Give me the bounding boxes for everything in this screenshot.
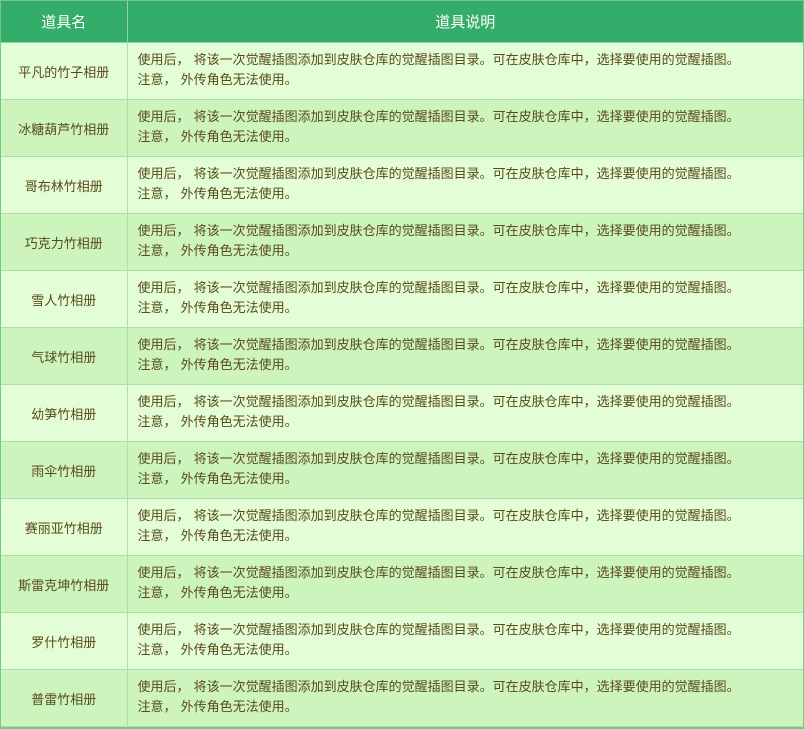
item-name-cell: 幼笋竹相册 [1, 384, 128, 442]
table-row: 斯雷克坤竹相册 使用后， 将该一次觉醒插图添加到皮肤仓库的觉醒插图目录。可在皮肤仓… [1, 555, 803, 613]
column-header-description: 道具说明 [127, 1, 803, 43]
item-name-cell: 雨伞竹相册 [1, 441, 128, 499]
description-line-1: 使用后， 将该一次觉醒插图添加到皮肤仓库的觉醒插图目录。可在皮肤仓库中，选择要使… [137, 452, 740, 467]
description-line-2: 注意， 外传角色无法使用。 [137, 700, 298, 715]
table-row: 普雷竹相册 使用后， 将该一次觉醒插图添加到皮肤仓库的觉醒插图目录。可在皮肤仓库中… [1, 669, 803, 727]
description-line-1: 使用后， 将该一次觉醒插图添加到皮肤仓库的觉醒插图目录。可在皮肤仓库中，选择要使… [137, 680, 740, 695]
table-header: 道具名 道具说明 [1, 1, 803, 43]
items-table-container: 道具名 道具说明 平凡的竹子相册 使用后， 将该一次觉醒插图添加到皮肤仓库的觉醒插… [0, 0, 804, 729]
item-name-cell: 气球竹相册 [1, 327, 128, 385]
table-row: 罗什竹相册 使用后， 将该一次觉醒插图添加到皮肤仓库的觉醒插图目录。可在皮肤仓库中… [1, 612, 803, 670]
description-line-1: 使用后， 将该一次觉醒插图添加到皮肤仓库的觉醒插图目录。可在皮肤仓库中，选择要使… [137, 338, 740, 353]
description-line-2: 注意， 外传角色无法使用。 [137, 472, 298, 487]
description-line-1: 使用后， 将该一次觉醒插图添加到皮肤仓库的觉醒插图目录。可在皮肤仓库中，选择要使… [137, 281, 740, 296]
item-description-cell: 使用后， 将该一次觉醒插图添加到皮肤仓库的觉醒插图目录。可在皮肤仓库中，选择要使… [127, 42, 803, 100]
description-line-2: 注意， 外传角色无法使用。 [137, 643, 298, 658]
item-description-cell: 使用后， 将该一次觉醒插图添加到皮肤仓库的觉醒插图目录。可在皮肤仓库中，选择要使… [127, 555, 803, 613]
table-row: 巧克力竹相册 使用后， 将该一次觉醒插图添加到皮肤仓库的觉醒插图目录。可在皮肤仓库… [1, 213, 803, 271]
item-name-cell: 雪人竹相册 [1, 270, 128, 328]
description-line-2: 注意， 外传角色无法使用。 [137, 187, 298, 202]
item-name-cell: 平凡的竹子相册 [1, 42, 128, 100]
description-line-1: 使用后， 将该一次觉醒插图添加到皮肤仓库的觉醒插图目录。可在皮肤仓库中，选择要使… [137, 509, 740, 524]
item-name-cell: 冰糖葫芦竹相册 [1, 99, 128, 157]
table-row: 赛丽亚竹相册 使用后， 将该一次觉醒插图添加到皮肤仓库的觉醒插图目录。可在皮肤仓库… [1, 498, 803, 556]
table-row: 平凡的竹子相册 使用后， 将该一次觉醒插图添加到皮肤仓库的觉醒插图目录。可在皮肤仓… [1, 42, 803, 100]
item-name-cell: 赛丽亚竹相册 [1, 498, 128, 556]
description-line-1: 使用后， 将该一次觉醒插图添加到皮肤仓库的觉醒插图目录。可在皮肤仓库中，选择要使… [137, 224, 740, 239]
item-name-cell: 哥布林竹相册 [1, 156, 128, 214]
item-description-cell: 使用后， 将该一次觉醒插图添加到皮肤仓库的觉醒插图目录。可在皮肤仓库中，选择要使… [127, 441, 803, 499]
items-table: 道具名 道具说明 平凡的竹子相册 使用后， 将该一次觉醒插图添加到皮肤仓库的觉醒插… [1, 1, 803, 727]
table-row: 雪人竹相册 使用后， 将该一次觉醒插图添加到皮肤仓库的觉醒插图目录。可在皮肤仓库中… [1, 270, 803, 328]
description-line-2: 注意， 外传角色无法使用。 [137, 415, 298, 430]
item-description-cell: 使用后， 将该一次觉醒插图添加到皮肤仓库的觉醒插图目录。可在皮肤仓库中，选择要使… [127, 270, 803, 328]
table-body: 平凡的竹子相册 使用后， 将该一次觉醒插图添加到皮肤仓库的觉醒插图目录。可在皮肤仓… [1, 42, 803, 727]
table-row: 雨伞竹相册 使用后， 将该一次觉醒插图添加到皮肤仓库的觉醒插图目录。可在皮肤仓库中… [1, 441, 803, 499]
description-line-1: 使用后， 将该一次觉醒插图添加到皮肤仓库的觉醒插图目录。可在皮肤仓库中，选择要使… [137, 623, 740, 638]
item-name-cell: 普雷竹相册 [1, 669, 128, 727]
description-line-2: 注意， 外传角色无法使用。 [137, 244, 298, 259]
header-row: 道具名 道具说明 [1, 1, 803, 43]
table-row: 气球竹相册 使用后， 将该一次觉醒插图添加到皮肤仓库的觉醒插图目录。可在皮肤仓库中… [1, 327, 803, 385]
item-description-cell: 使用后， 将该一次觉醒插图添加到皮肤仓库的觉醒插图目录。可在皮肤仓库中，选择要使… [127, 669, 803, 727]
item-description-cell: 使用后， 将该一次觉醒插图添加到皮肤仓库的觉醒插图目录。可在皮肤仓库中，选择要使… [127, 612, 803, 670]
description-line-1: 使用后， 将该一次觉醒插图添加到皮肤仓库的觉醒插图目录。可在皮肤仓库中，选择要使… [137, 167, 740, 182]
item-description-cell: 使用后， 将该一次觉醒插图添加到皮肤仓库的觉醒插图目录。可在皮肤仓库中，选择要使… [127, 213, 803, 271]
description-line-2: 注意， 外传角色无法使用。 [137, 358, 298, 373]
item-name-cell: 巧克力竹相册 [1, 213, 128, 271]
table-row: 哥布林竹相册 使用后， 将该一次觉醒插图添加到皮肤仓库的觉醒插图目录。可在皮肤仓库… [1, 156, 803, 214]
description-line-2: 注意， 外传角色无法使用。 [137, 529, 298, 544]
item-description-cell: 使用后， 将该一次觉醒插图添加到皮肤仓库的觉醒插图目录。可在皮肤仓库中，选择要使… [127, 384, 803, 442]
column-header-name: 道具名 [1, 1, 128, 43]
item-description-cell: 使用后， 将该一次觉醒插图添加到皮肤仓库的觉醒插图目录。可在皮肤仓库中，选择要使… [127, 156, 803, 214]
item-description-cell: 使用后， 将该一次觉醒插图添加到皮肤仓库的觉醒插图目录。可在皮肤仓库中，选择要使… [127, 327, 803, 385]
description-line-2: 注意， 外传角色无法使用。 [137, 586, 298, 601]
table-row: 幼笋竹相册 使用后， 将该一次觉醒插图添加到皮肤仓库的觉醒插图目录。可在皮肤仓库中… [1, 384, 803, 442]
description-line-1: 使用后， 将该一次觉醒插图添加到皮肤仓库的觉醒插图目录。可在皮肤仓库中，选择要使… [137, 566, 740, 581]
description-line-1: 使用后， 将该一次觉醒插图添加到皮肤仓库的觉醒插图目录。可在皮肤仓库中，选择要使… [137, 53, 740, 68]
description-line-1: 使用后， 将该一次觉醒插图添加到皮肤仓库的觉醒插图目录。可在皮肤仓库中，选择要使… [137, 395, 740, 410]
item-description-cell: 使用后， 将该一次觉醒插图添加到皮肤仓库的觉醒插图目录。可在皮肤仓库中，选择要使… [127, 99, 803, 157]
description-line-2: 注意， 外传角色无法使用。 [137, 130, 298, 145]
description-line-2: 注意， 外传角色无法使用。 [137, 73, 298, 88]
item-name-cell: 斯雷克坤竹相册 [1, 555, 128, 613]
description-line-1: 使用后， 将该一次觉醒插图添加到皮肤仓库的觉醒插图目录。可在皮肤仓库中，选择要使… [137, 110, 740, 125]
item-name-cell: 罗什竹相册 [1, 612, 128, 670]
table-row: 冰糖葫芦竹相册 使用后， 将该一次觉醒插图添加到皮肤仓库的觉醒插图目录。可在皮肤仓… [1, 99, 803, 157]
item-description-cell: 使用后， 将该一次觉醒插图添加到皮肤仓库的觉醒插图目录。可在皮肤仓库中，选择要使… [127, 498, 803, 556]
description-line-2: 注意， 外传角色无法使用。 [137, 301, 298, 316]
